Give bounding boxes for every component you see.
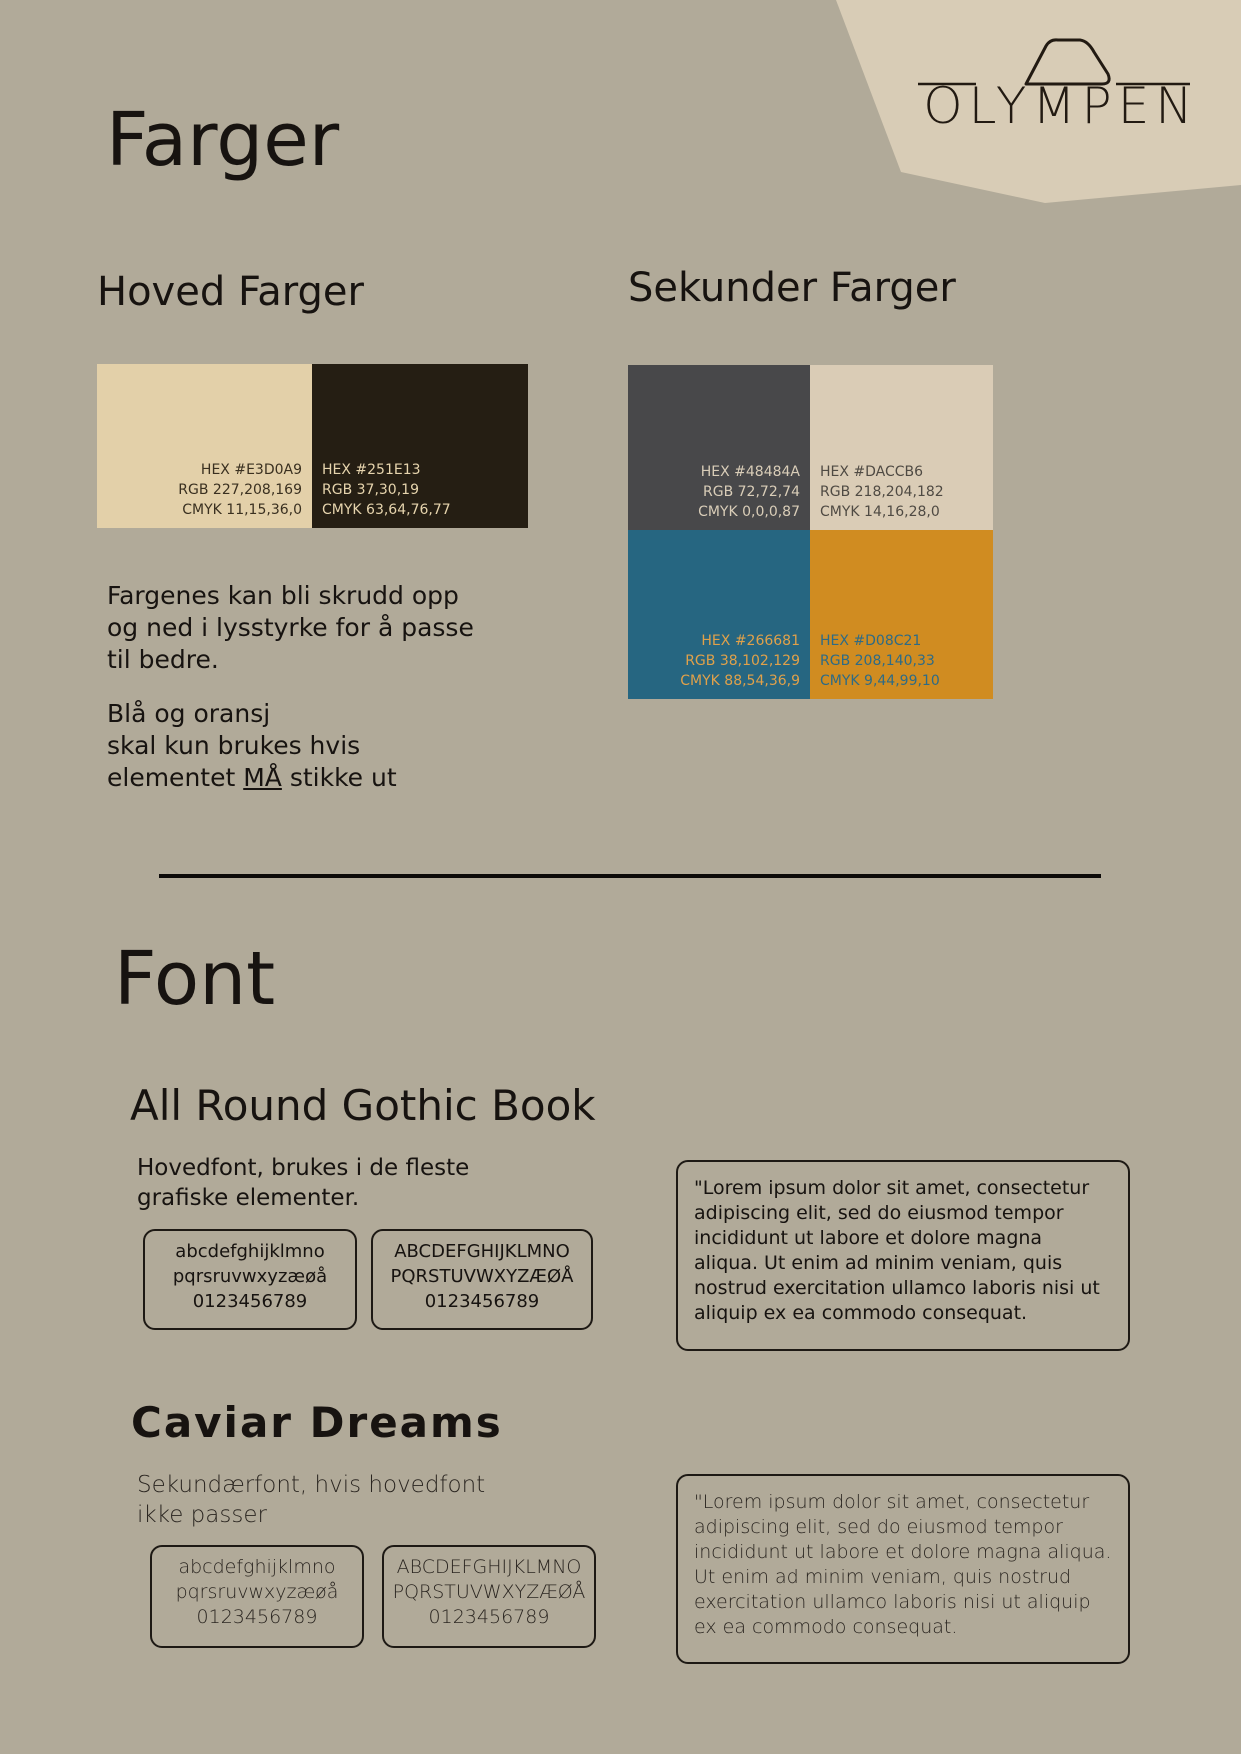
secondary-font-description: Sekundærfont, hvis hovedfont ikke passer [137,1472,486,1528]
swatch-cmyk: CMYK 14,16,28,0 [820,504,940,520]
usage-note-line: skal kun brukes hvis [107,731,361,760]
swatch-hex: HEX #DACCB6 [820,464,924,480]
usage-note-text: elementet [107,763,244,792]
swatch-secondary-orange: HEX #D08C21 RGB 208,140,33 CMYK 9,44,99,… [810,530,993,699]
swatch-hex: HEX #266681 [701,633,800,649]
main-font-uppercase-sample: ABCDEFGHIJKLMNO PQRSTUVWXYZÆØÅ 012345678… [371,1229,593,1330]
primary-colors-title: Hoved Farger [97,269,364,315]
swatch-hex: HEX #D08C21 [820,633,922,649]
swatch-hex: HEX #E3D0A9 [200,462,302,478]
main-font-text-sample: "Lorem ipsum dolor sit amet, consectetur… [676,1160,1130,1351]
main-font-name: All Round Gothic Book [130,1081,596,1130]
main-font-lowercase-sample: abcdefghijklmno pqrsruvwxyzæøå 012345678… [143,1229,357,1330]
swatch-rgb: RGB 208,140,33 [820,653,935,669]
usage-note-emphasis: MÅ [243,763,282,792]
swatch-secondary-grey: HEX #48484A RGB 72,72,74 CMYK 0,0,0,87 [628,365,810,530]
usage-note-line: elementet MÅ stikke ut [107,762,527,794]
swatch-secondary-blue: HEX #266681 RGB 38,102,129 CMYK 88,54,36… [628,530,810,699]
swatch-cmyk: CMYK 9,44,99,10 [820,673,940,689]
swatch-primary-dark: HEX #251E13 RGB 37,30,19 CMYK 63,64,76,7… [312,364,528,528]
usage-note-line: Blå og oransj [107,699,271,728]
usage-note: Blå og oransj skal kun brukes hvis eleme… [107,698,527,794]
swatch-rgb: RGB 72,72,74 [703,484,800,500]
logo-text: OLYMPEN [923,77,1199,135]
swatch-hex: HEX #251E13 [322,462,421,478]
secondary-font-text-sample: "Lorem ipsum dolor sit amet, consectetur… [676,1474,1130,1664]
colors-title: Farger [106,97,340,183]
swatch-cmyk: CMYK 0,0,0,87 [698,504,800,520]
swatch-rgb: RGB 37,30,19 [322,482,419,498]
secondary-font-uppercase-sample: ABCDEFGHIJKLMNO PQRSTUVWXYZÆØÅ 012345678… [382,1545,596,1648]
secondary-font-lowercase-sample: abcdefghijklmno pqrsruvwxyzæøå 012345678… [150,1545,364,1648]
brightness-note: Fargenes kan bli skrudd opp og ned i lys… [107,581,474,674]
swatch-hex: HEX #48484A [700,464,800,480]
swatch-rgb: RGB 38,102,129 [685,653,800,669]
swatch-rgb: RGB 218,204,182 [820,484,944,500]
swatch-secondary-beige: HEX #DACCB6 RGB 218,204,182 CMYK 14,16,2… [810,365,993,530]
main-font-description: Hovedfont, brukes i de fleste grafiske e… [137,1155,470,1211]
font-title: Font [114,936,276,1022]
swatch-cmyk: CMYK 63,64,76,77 [322,502,451,518]
usage-note-text: stikke ut [281,763,397,792]
swatch-cmyk: CMYK 11,15,36,0 [182,502,302,518]
secondary-font-name: Caviar Dreams [131,1398,503,1447]
swatch-rgb: RGB 227,208,169 [178,482,302,498]
swatch-primary-light: HEX #E3D0A9 RGB 227,208,169 CMYK 11,15,3… [97,364,312,528]
swatch-cmyk: CMYK 88,54,36,9 [680,673,800,689]
secondary-colors-title: Sekunder Farger [628,265,956,311]
section-divider [159,874,1101,878]
